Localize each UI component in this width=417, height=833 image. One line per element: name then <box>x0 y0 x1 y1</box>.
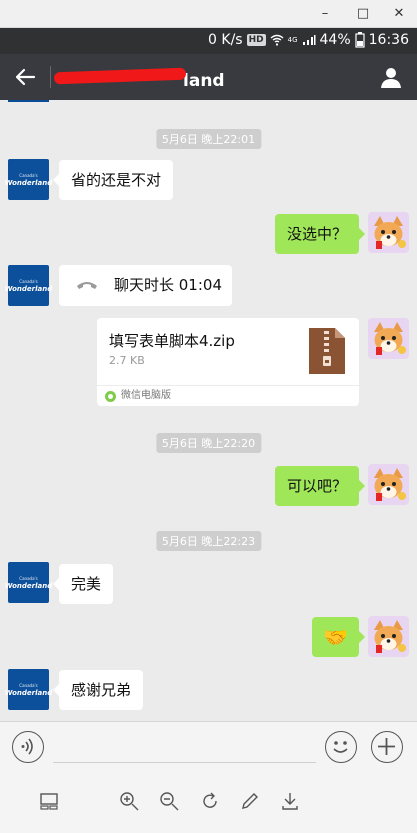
back-arrow-icon[interactable] <box>12 64 38 90</box>
hd-badge: HD <box>246 34 266 46</box>
file-size: 2.7 KB <box>109 354 145 367</box>
signal-icon <box>302 35 316 45</box>
voice-input-button[interactable] <box>12 731 44 763</box>
timestamp: 5月6日 晚上22:01 <box>155 129 262 149</box>
battery-percent: 44% <box>319 32 351 48</box>
wifi-icon <box>270 34 284 46</box>
handshake-emoji-bubble[interactable]: 🤝 <box>312 617 365 657</box>
emoji-face-icon <box>333 741 348 753</box>
voice-call-bubble[interactable]: 聊天时长 01:04 <box>59 265 232 306</box>
avatar-brand-text: Wonderland <box>4 284 53 293</box>
file-message-card[interactable]: 填写表单脚本4.zip 2.7 KB 微信电脑版 <box>97 318 359 406</box>
chat-message-list[interactable]: 5月6日 晚上22:01 Canada's Wonderland 省的还是不对 … <box>0 100 417 721</box>
message-bubble-left[interactable]: 感谢兄弟 <box>52 670 144 710</box>
my-avatar[interactable] <box>368 464 409 505</box>
fox-avatar-icon <box>368 212 409 253</box>
zip-file-icon <box>309 328 345 374</box>
message-bubble-right[interactable]: 没选中？ <box>274 214 366 254</box>
voice-input-icon <box>21 738 33 755</box>
wechat-pc-icon <box>105 391 116 402</box>
nav-divider <box>50 66 51 88</box>
close-window-button[interactable]: ✕ <box>389 4 409 24</box>
maximize-button[interactable]: □ <box>353 4 373 24</box>
avatar-small-text: Canada's <box>19 278 38 284</box>
contact-avatar[interactable]: Canada's Wonderland <box>4 562 53 603</box>
battery-icon <box>355 32 365 48</box>
minimize-button[interactable]: – <box>315 4 335 24</box>
message-bubble-left[interactable]: 完美 <box>52 564 114 604</box>
my-avatar[interactable] <box>368 318 409 359</box>
file-source-footer: 微信电脑版 <box>97 385 359 406</box>
avatar-small-text: Canada's <box>19 682 38 688</box>
call-duration-text: 聊天时长 01:04 <box>114 276 222 294</box>
file-name: 填写表单脚本4.zip <box>109 332 235 350</box>
fox-avatar-icon <box>368 318 409 359</box>
clock: 16:36 <box>368 32 409 48</box>
network-speed: 0 K/s <box>208 32 243 48</box>
fox-avatar-icon <box>368 616 409 657</box>
avatar-small-text: Canada's <box>19 575 38 581</box>
fox-avatar-icon <box>368 464 409 505</box>
zoom-in-icon[interactable] <box>118 790 140 812</box>
file-source-text: 微信电脑版 <box>121 390 171 401</box>
message-text-input[interactable] <box>53 762 316 763</box>
more-actions-button[interactable] <box>371 731 403 763</box>
viewer-toolbar <box>0 771 417 833</box>
network-type: 4G <box>287 36 298 44</box>
rotate-icon[interactable] <box>199 790 221 812</box>
avatar-brand-text: Wonderland <box>4 178 53 187</box>
chat-navbar: y 幽灵Wonderland <box>0 54 417 100</box>
user-profile-icon[interactable] <box>379 65 403 89</box>
emoji-button[interactable] <box>325 731 357 763</box>
contact-avatar[interactable]: Canada's Wonderland <box>4 669 53 710</box>
my-avatar[interactable] <box>368 616 409 657</box>
zoom-out-icon[interactable] <box>158 790 180 812</box>
chat-input-row <box>0 721 417 771</box>
download-icon[interactable] <box>279 790 301 812</box>
edit-pencil-icon[interactable] <box>239 790 261 812</box>
timestamp: 5月6日 晚上22:20 <box>155 433 262 453</box>
scrolled-avatar-fragment <box>8 100 49 102</box>
layout-icon[interactable] <box>38 790 60 812</box>
avatar-small-text: Canada's <box>19 172 38 178</box>
phone-status-bar: 0 K/s HD 4G 44% 16:36 <box>0 28 417 54</box>
my-avatar[interactable] <box>368 212 409 253</box>
avatar-brand-text: Wonderland <box>4 688 53 697</box>
contact-avatar[interactable]: Canada's Wonderland <box>4 265 53 306</box>
window-titlebar: – □ ✕ <box>0 0 417 28</box>
plus-icon <box>378 738 395 755</box>
avatar-brand-text: Wonderland <box>4 581 53 590</box>
message-bubble-right[interactable]: 可以吧？ <box>274 466 366 506</box>
message-bubble-left[interactable]: 省的还是不对 <box>52 160 174 200</box>
phone-hangup-icon <box>77 282 97 289</box>
timestamp: 5月6日 晚上22:23 <box>155 531 262 551</box>
contact-avatar[interactable]: Canada's Wonderland <box>4 159 53 200</box>
